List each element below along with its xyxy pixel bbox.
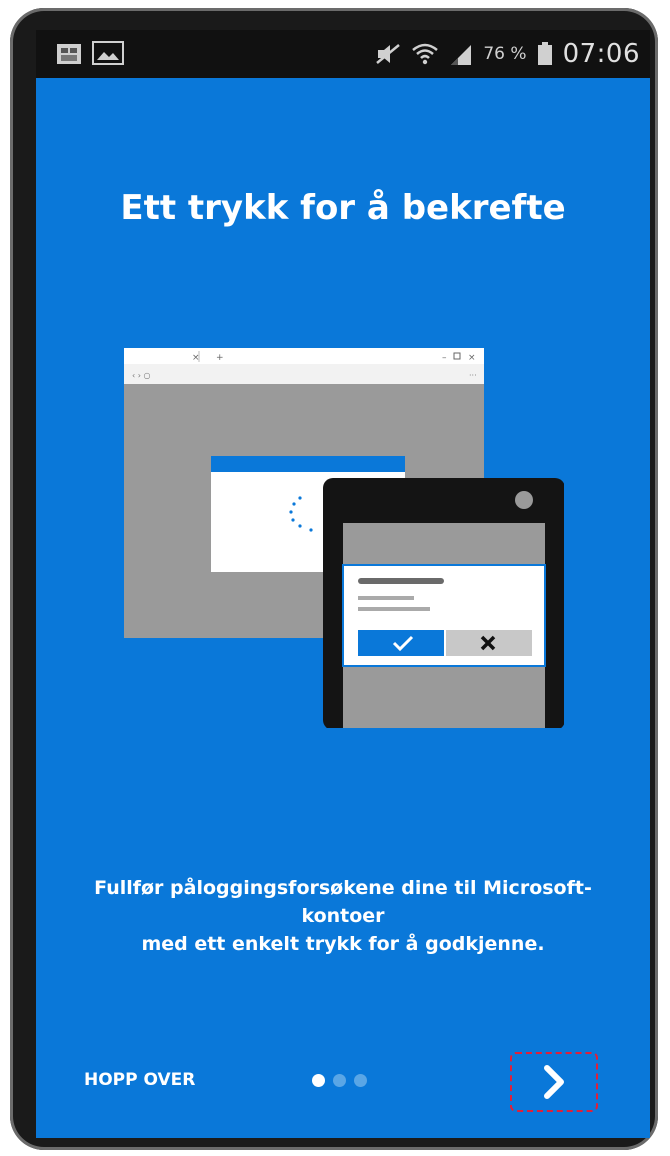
phone-graphic [323,478,564,728]
status-bar: 76 % 07:06 [36,30,650,78]
onboarding-screen: Ett trykk for å bekrefte × + – × ‹ › ○ ·… [36,78,650,1138]
svg-text:+: + [216,353,224,363]
image-notification-icon [92,41,124,65]
page-dot-2 [333,1074,346,1087]
skip-button[interactable]: HOPP OVER [84,1070,195,1090]
page-dot-1 [312,1074,325,1087]
svg-text:×: × [468,353,476,363]
app-notification-icon [57,44,81,64]
svg-text:–: – [442,353,447,363]
battery-percent: 76 % [483,44,527,64]
description-line-1: Fullfør påloggingsforsøkene dine til Mic… [94,877,592,927]
page-title: Ett trykk for å bekrefte [120,188,566,228]
description: Fullfør påloggingsforsøkene dine til Mic… [56,874,630,958]
mute-icon [376,44,401,64]
clock: 07:06 [562,39,640,69]
wifi-icon [412,43,439,65]
signal-icon [451,45,472,65]
page-indicator [312,1074,367,1087]
svg-text:×: × [192,353,200,363]
approval-illustration: × + – × ‹ › ○ ··· [124,348,564,728]
status-indicators: 76 % 07:06 [375,38,640,70]
svg-text:‹ › ○: ‹ › ○ [132,371,150,380]
next-button[interactable] [510,1052,598,1112]
page-dot-3 [354,1074,367,1087]
battery-icon [537,42,552,65]
description-line-2: med ett enkelt trykk for å godkjenne. [141,933,545,955]
svg-text:···: ··· [469,371,477,380]
chevron-right-icon [544,1065,564,1099]
